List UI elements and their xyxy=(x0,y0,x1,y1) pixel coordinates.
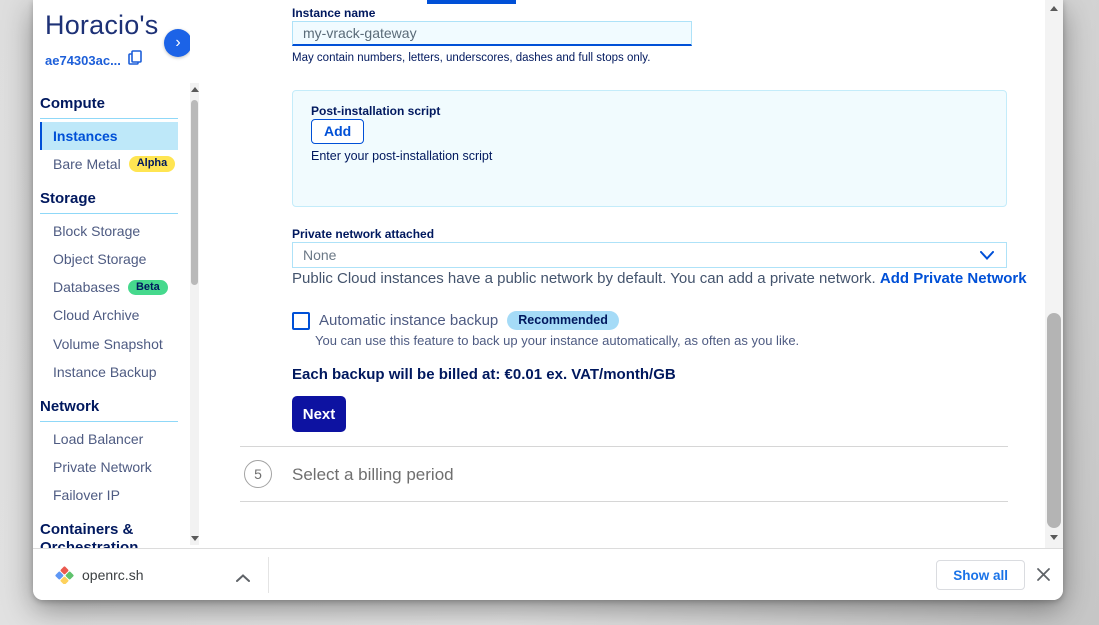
divider xyxy=(240,501,1008,502)
step-5-title: Select a billing period xyxy=(292,465,454,485)
desktop-backdrop: Horacio's › ae74303ac... Compute Instance… xyxy=(0,0,1099,625)
sidebar: Horacio's › ae74303ac... Compute Instance… xyxy=(33,0,190,548)
sidebar-item-label: Cloud Archive xyxy=(53,307,139,323)
backup-help: You can use this feature to back up your… xyxy=(315,333,799,348)
add-private-network-link[interactable]: Add Private Network xyxy=(880,270,1027,287)
beta-badge: Beta xyxy=(128,280,168,296)
post-install-panel: Post-installation script Add Enter your … xyxy=(292,90,1007,207)
post-install-label: Post-installation script xyxy=(311,104,440,118)
project-title: Horacio's xyxy=(45,10,181,41)
sidebar-item-label: Block Storage xyxy=(53,223,140,239)
close-icon[interactable] xyxy=(1036,567,1051,587)
instance-name-label: Instance name xyxy=(292,6,375,20)
chevron-down-icon xyxy=(980,251,994,260)
sidebar-item-block-storage[interactable]: Block Storage xyxy=(40,217,178,245)
private-network-value: None xyxy=(293,247,980,263)
sidebar-item-label: Private Network xyxy=(53,459,152,475)
sidebar-section-heading: Network xyxy=(40,386,178,422)
scroll-down-icon[interactable] xyxy=(1050,535,1058,540)
sidebar-item-instances[interactable]: Instances xyxy=(40,122,178,150)
sidebar-item-label: Load Balancer xyxy=(53,431,143,447)
sidebar-item-cloud-archive[interactable]: Cloud Archive xyxy=(40,301,178,329)
sidebar-expand-button[interactable]: › xyxy=(164,29,190,57)
sidebar-item-instance-backup[interactable]: Instance Backup xyxy=(40,358,178,386)
instance-name-input[interactable] xyxy=(292,21,692,46)
divider xyxy=(268,557,269,593)
sidebar-item-label: Volume Snapshot xyxy=(53,336,163,352)
sidebar-section-heading: Storage xyxy=(40,178,178,214)
add-script-button[interactable]: Add xyxy=(311,119,364,144)
sidebar-item-label: Failover IP xyxy=(53,487,120,503)
page-scrollbar-thumb[interactable] xyxy=(1047,313,1061,528)
sidebar-scrollbar-thumb[interactable] xyxy=(191,100,198,285)
scroll-up-icon[interactable] xyxy=(1050,6,1058,11)
browser-window: Horacio's › ae74303ac... Compute Instance… xyxy=(33,0,1063,600)
sidebar-item-private-network[interactable]: Private Network xyxy=(40,453,178,481)
step-5-circle: 5 xyxy=(244,460,272,488)
post-install-help: Enter your post-installation script xyxy=(311,149,492,163)
backup-checkbox-row: Automatic instance backup Recommended xyxy=(292,311,619,330)
sidebar-item-object-storage[interactable]: Object Storage xyxy=(40,245,178,273)
backup-checkbox[interactable] xyxy=(292,312,310,330)
alpha-badge: Alpha xyxy=(129,156,176,172)
active-tab-indicator xyxy=(427,0,516,4)
downloaded-file-name[interactable]: openrc.sh xyxy=(82,567,143,583)
sidebar-item-load-balancer[interactable]: Load Balancer xyxy=(40,425,178,453)
private-network-select[interactable]: None xyxy=(292,242,1007,268)
private-network-help-text: Public Cloud instances have a public net… xyxy=(292,270,876,287)
page-scrollbar[interactable] xyxy=(1045,0,1063,548)
private-network-label: Private network attached xyxy=(292,227,434,241)
chevron-right-icon: › xyxy=(175,34,180,51)
sidebar-item-label: Instance Backup xyxy=(53,364,157,380)
sidebar-section-heading: Compute xyxy=(40,83,178,119)
sidebar-item-failover-ip[interactable]: Failover IP xyxy=(40,481,178,509)
next-button[interactable]: Next xyxy=(292,396,346,432)
sidebar-section-heading: Containers & Orchestration xyxy=(40,509,178,548)
scroll-up-icon[interactable] xyxy=(191,87,199,92)
app-viewport: Horacio's › ae74303ac... Compute Instance… xyxy=(33,0,1063,548)
scroll-down-icon[interactable] xyxy=(191,536,199,541)
copy-icon[interactable] xyxy=(128,50,142,70)
sidebar-item-databases[interactable]: Databases Beta xyxy=(40,273,178,301)
divider xyxy=(240,446,1008,447)
sidebar-item-label: Bare Metal xyxy=(53,156,121,172)
sidebar-nav: Compute Instances Bare Metal Alpha Storage Bl… xyxy=(40,83,178,548)
sidebar-item-label: Instances xyxy=(53,128,118,144)
private-network-help: Public Cloud instances have a public net… xyxy=(292,270,1027,287)
instance-name-help: May contain numbers, letters, underscore… xyxy=(292,52,650,64)
sidebar-scrollbar[interactable] xyxy=(190,83,199,545)
sidebar-item-label: Databases xyxy=(53,279,120,295)
recommended-badge: Recommended xyxy=(507,311,619,330)
chevron-up-icon[interactable] xyxy=(236,569,250,587)
downloads-bar: openrc.sh Show all xyxy=(33,548,1063,600)
backup-checkbox-label: Automatic instance backup xyxy=(319,312,498,329)
sidebar-item-volume-snapshot[interactable]: Volume Snapshot xyxy=(40,330,178,358)
service-id-link[interactable]: ae74303ac... xyxy=(45,53,121,68)
backup-billing-note: Each backup will be billed at: €0.01 ex.… xyxy=(292,366,676,383)
sidebar-item-label: Object Storage xyxy=(53,251,146,267)
show-all-downloads-button[interactable]: Show all xyxy=(936,560,1025,590)
file-type-icon xyxy=(55,565,74,589)
sidebar-item-bare-metal[interactable]: Bare Metal Alpha xyxy=(40,150,178,178)
service-id-row: ae74303ac... xyxy=(45,50,142,70)
main-content: Instance name May contain numbers, lette… xyxy=(213,0,1045,548)
